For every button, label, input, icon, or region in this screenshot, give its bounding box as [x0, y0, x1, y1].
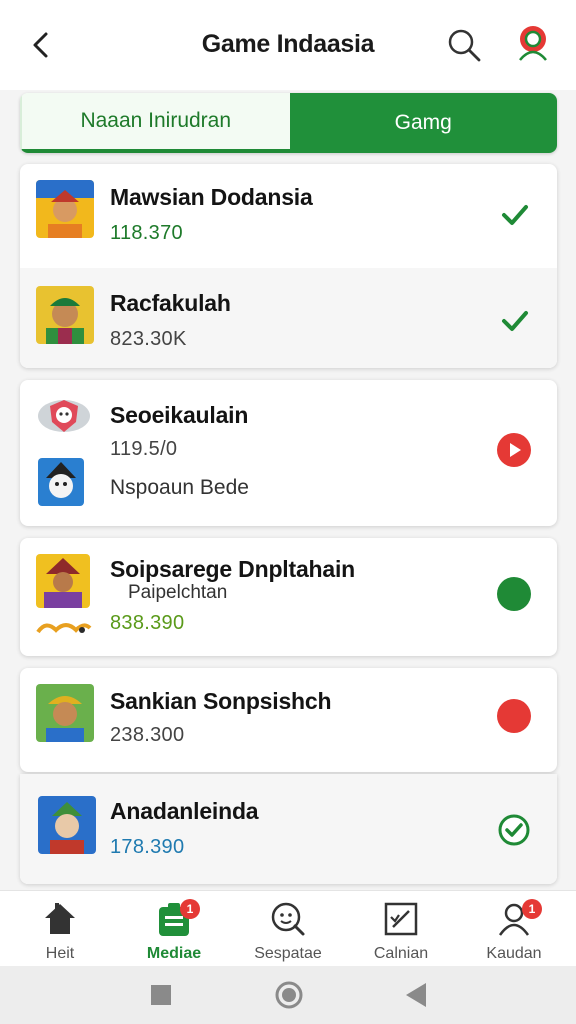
- game-avatar-icon: [38, 796, 96, 854]
- home-button-icon[interactable]: [275, 981, 303, 1009]
- player-count: 823.30K: [110, 328, 187, 350]
- game-card-1: Mawsian Dodansia 118.370 Racfakulah 823.…: [20, 164, 557, 368]
- nav-label: Calnian: [373, 945, 429, 962]
- edit-box-icon: [384, 902, 418, 936]
- game-avatar-icon: [36, 286, 94, 344]
- game-title: Seoeikaulain: [110, 402, 249, 428]
- notification-badge: 1: [522, 899, 542, 919]
- player-count: 119.5/0: [110, 438, 178, 460]
- nav-item-calnian[interactable]: Calnian: [351, 891, 451, 967]
- home-icon: [45, 903, 75, 934]
- game-title: Anadanleinda: [110, 798, 259, 824]
- game-card-3: Soipsarege Dnpltahain Paipelchtan 838.39…: [20, 538, 557, 656]
- nav-label: Mediae: [146, 945, 202, 962]
- bottom-navigation: Heit 1 Mediae Sespatae Calnian 1 Kaudan: [0, 890, 576, 966]
- shield-emblem-icon: [38, 400, 90, 432]
- list-item[interactable]: Sankian Sonpsishch 238.300: [20, 668, 557, 772]
- list-item[interactable]: Mawsian Dodansia 118.370: [20, 164, 557, 268]
- checkmark-icon: [502, 311, 528, 331]
- checkmark-icon: [502, 205, 528, 225]
- player-count: 118.370: [110, 222, 183, 244]
- nav-label: Sespatae: [254, 945, 322, 962]
- game-title: Mawsian Dodansia: [110, 184, 313, 210]
- system-navigation-bar: [0, 966, 576, 1024]
- player-count: 838.390: [110, 612, 185, 634]
- notification-badge: 1: [180, 899, 200, 919]
- verified-check-icon: [498, 814, 530, 846]
- game-avatar-icon: [38, 458, 84, 506]
- game-title: Racfakulah: [110, 290, 231, 316]
- game-title: Soipsarege Dnpltahain: [110, 556, 356, 582]
- list-item[interactable]: Seoeikaulain 119.5/0 Nspoaun Bede: [20, 380, 557, 526]
- search-icon[interactable]: [446, 27, 482, 63]
- online-status-dot: [497, 577, 531, 611]
- tab-gamg[interactable]: Gamg: [289, 93, 557, 153]
- player-count: 238.300: [110, 724, 185, 746]
- search-face-icon: [271, 902, 305, 936]
- profile-avatar-icon[interactable]: [514, 24, 552, 62]
- nav-item-heit[interactable]: Heit: [10, 891, 110, 967]
- game-title: Nspoaun Bede: [110, 476, 249, 499]
- list-item[interactable]: Anadanleinda 178.390: [20, 774, 557, 884]
- player-count: 178.390: [110, 836, 185, 858]
- game-avatar-icon: [36, 180, 94, 238]
- tab-bar: Naaan Inirudran Gamg: [20, 93, 557, 153]
- play-button-icon[interactable]: [496, 432, 532, 468]
- nav-label: Heit: [45, 945, 75, 962]
- game-avatar-icon: [36, 554, 90, 608]
- nav-label: Kaudan: [486, 945, 542, 962]
- game-card-2: Seoeikaulain 119.5/0 Nspoaun Bede: [20, 380, 557, 526]
- nav-item-kaudan[interactable]: 1 Kaudan: [464, 891, 564, 967]
- decorative-icon: [36, 623, 92, 634]
- offline-status-dot: [497, 699, 531, 733]
- nav-item-sespatae[interactable]: Sespatae: [238, 891, 338, 967]
- list-item[interactable]: Soipsarege Dnpltahain Paipelchtan 838.39…: [20, 538, 557, 656]
- game-card-5: Anadanleinda 178.390: [20, 774, 557, 884]
- nav-item-mediae[interactable]: 1 Mediae: [124, 891, 224, 967]
- page-title: Game Indaasia: [201, 30, 375, 58]
- game-card-4: Sankian Sonpsishch 238.300: [20, 668, 557, 772]
- top-app-bar: Game Indaasia: [0, 0, 576, 90]
- recent-apps-icon[interactable]: [150, 984, 172, 1006]
- game-avatar-icon: [36, 684, 94, 742]
- game-subtitle: Paipelchtan: [128, 582, 228, 603]
- tab-naaan-inirudran[interactable]: Naaan Inirudran: [20, 93, 290, 153]
- list-item[interactable]: Racfakulah 823.30K: [20, 268, 557, 368]
- back-button-icon[interactable]: [404, 982, 428, 1008]
- game-title: Sankian Sonpsishch: [110, 688, 332, 714]
